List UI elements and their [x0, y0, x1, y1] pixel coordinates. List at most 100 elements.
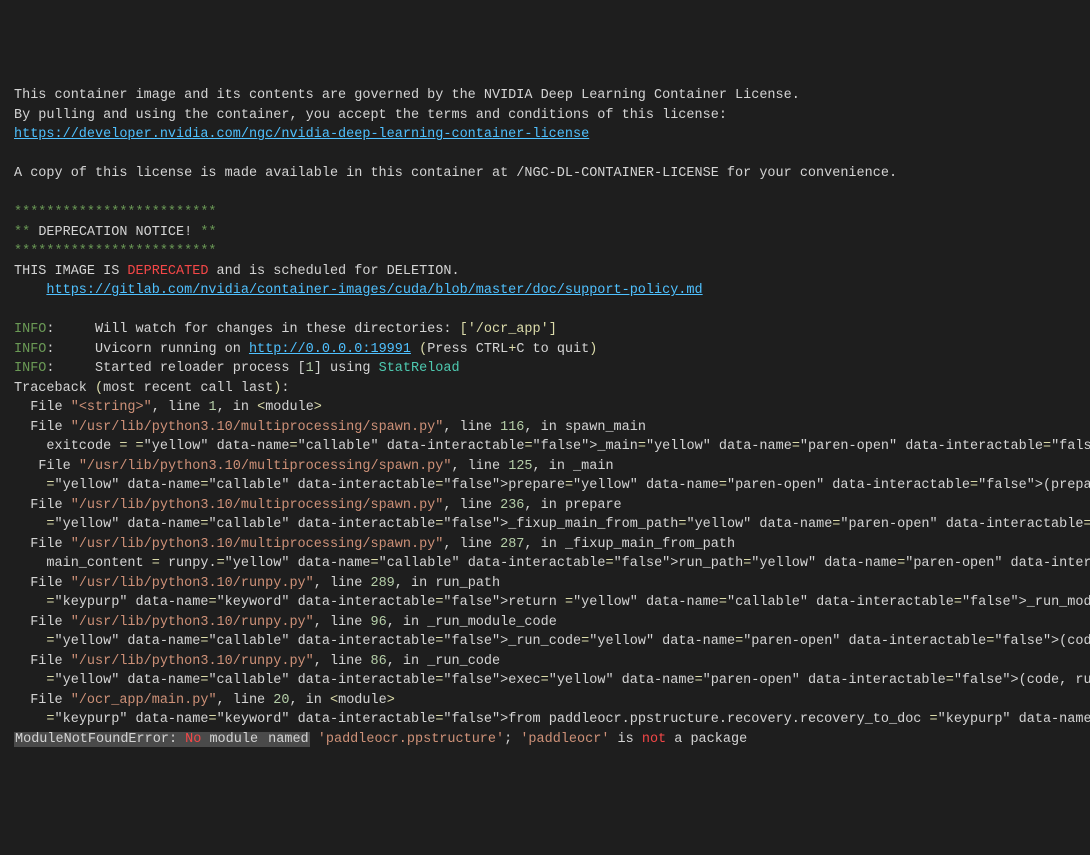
equals: = [541, 673, 549, 688]
equals: = [435, 634, 443, 649]
code-line: ="keypurp" data-name="keyword" data-inte… [46, 595, 556, 610]
file-label: File [30, 615, 71, 630]
angle-close: > [387, 693, 395, 708]
deprecation-stars-bottom: ************************* [14, 244, 217, 259]
equals: = [200, 478, 208, 493]
in-label: , in [289, 693, 330, 708]
equals: = [719, 478, 727, 493]
equals: = [200, 634, 208, 649]
code-line: ="yellow" data-name="callable" data-inte… [46, 673, 540, 688]
tb-header-text: most recent call last [103, 381, 273, 396]
paren-open: ( [411, 342, 427, 357]
func-name: spawn_main [565, 420, 646, 435]
equals: = [435, 673, 443, 688]
line-label: , line [443, 537, 500, 552]
deprecation-policy-link[interactable]: https://gitlab.com/nvidia/container-imag… [46, 283, 702, 298]
in-label: , in [387, 654, 428, 669]
line-number: 289 [370, 576, 394, 591]
equals: = [200, 517, 208, 532]
tb-colon: : [281, 381, 289, 396]
line-number: 125 [508, 459, 532, 474]
equals: = [743, 556, 751, 571]
equals: = [695, 673, 703, 688]
file-path: "/usr/lib/python3.10/runpy.py" [71, 654, 314, 669]
file-path: "<string>" [71, 400, 152, 415]
line-label: , line [314, 615, 371, 630]
error-name: ModuleNotFoundError [15, 732, 169, 747]
equals: = [954, 595, 962, 610]
info-colon: : [46, 322, 54, 337]
equals: = [605, 556, 613, 571]
equals: = [136, 439, 144, 454]
info-reloader-mid: ] using [314, 361, 379, 376]
equals: = [46, 517, 54, 532]
line-number: 86 [370, 654, 386, 669]
reloader-pid: 1 [306, 361, 314, 376]
uvicorn-url-link[interactable]: http://0.0.0.0:19991 [249, 342, 411, 357]
error-module-word: module [201, 732, 266, 747]
uvicorn-c-text: C to quit [516, 342, 589, 357]
code-line: ="yellow" data-name="callable" data-inte… [46, 517, 678, 532]
equals: = [200, 673, 208, 688]
line-label: , line [452, 459, 509, 474]
file-path: "/usr/lib/python3.10/runpy.py" [71, 615, 314, 630]
equals: = [435, 517, 443, 532]
in-label: , in [524, 420, 565, 435]
info-colon: : [46, 342, 54, 357]
in-label: , in [387, 615, 428, 630]
line-number: 20 [273, 693, 289, 708]
in-label: , in [395, 576, 436, 591]
reloader-name: StatReload [379, 361, 460, 376]
line-label: , line [314, 576, 371, 591]
code-line: ="yellow" data-name="callable" data-inte… [46, 478, 565, 493]
line-number: 236 [500, 498, 524, 513]
equals: = [208, 595, 216, 610]
equals: = [46, 478, 54, 493]
func-name: _run_module_code [427, 615, 557, 630]
error-not: not [642, 732, 666, 747]
file-label: File [30, 576, 71, 591]
deprecation-stars-top: ************************* [14, 205, 217, 220]
angle-open: < [330, 693, 338, 708]
equals: = [152, 556, 160, 571]
func-name: prepare [565, 498, 622, 513]
info-label: INFO [14, 361, 46, 376]
equals: = [435, 712, 443, 727]
info-colon: : [46, 361, 54, 376]
deprecated-word: DEPRECATED [127, 264, 208, 279]
file-label: File [30, 400, 71, 415]
equals: = [930, 712, 938, 727]
license-url-link[interactable]: https://developer.nvidia.com/ngc/nvidia-… [14, 127, 589, 142]
terminal-output: This container image and its contents ar… [14, 86, 1076, 749]
info-watch-dirs: ['/ocr_app'] [460, 322, 557, 337]
equals: = [46, 673, 54, 688]
file-label: File [30, 537, 71, 552]
equals: = [208, 712, 216, 727]
file-path: "/usr/lib/python3.10/multiprocessing/spa… [79, 459, 452, 474]
func-name: module [338, 693, 387, 708]
deprecation-prefix: THIS IMAGE IS [14, 264, 127, 279]
error-pkg1: 'paddleocr.ppstructure' [310, 732, 504, 747]
equals: = [986, 634, 994, 649]
in-label: , in [217, 400, 258, 415]
func-name: _main [573, 459, 614, 474]
angle-open: < [257, 400, 265, 415]
line-number: 116 [500, 420, 524, 435]
equals: = [1043, 439, 1051, 454]
file-path: "/usr/lib/python3.10/multiprocessing/spa… [71, 537, 444, 552]
info-watch-prefix: Will watch for changes in these director… [55, 322, 460, 337]
line-label: , line [314, 654, 371, 669]
func-name: run_path [435, 576, 500, 591]
error-is: is [609, 732, 641, 747]
code-line: exitcode = ="yellow" data-name="callable… [46, 439, 637, 454]
func-name: _run_code [427, 654, 500, 669]
error-named: named [267, 732, 310, 747]
code-line: ="yellow" data-name="callable" data-inte… [46, 634, 581, 649]
equals: = [678, 517, 686, 532]
file-path: "/usr/lib/python3.10/multiprocessing/spa… [71, 420, 444, 435]
angle-close: > [314, 400, 322, 415]
info-reloader-prefix: Started reloader process [ [55, 361, 306, 376]
error-semi: ; [504, 732, 520, 747]
equals: = [897, 556, 905, 571]
file-label: File [30, 654, 71, 669]
